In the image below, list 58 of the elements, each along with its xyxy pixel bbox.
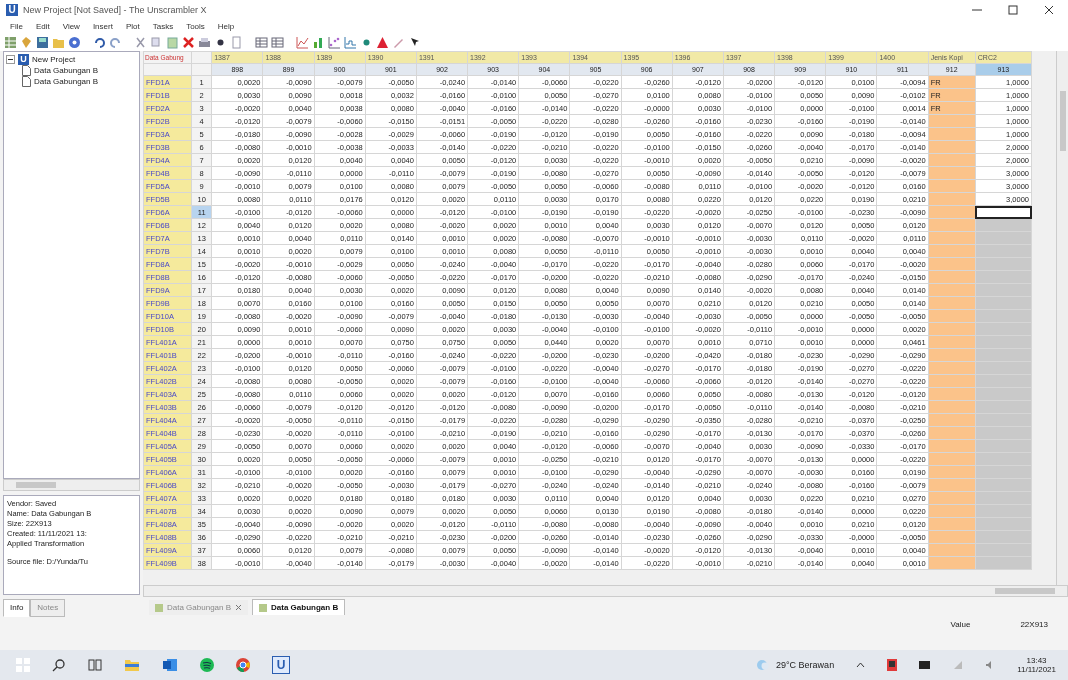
document-icon: [22, 65, 31, 76]
battery-icon[interactable]: [919, 661, 932, 669]
menu-item[interactable]: Help: [217, 22, 235, 31]
help-icon[interactable]: [68, 35, 81, 49]
close-icon[interactable]: [1044, 5, 1054, 15]
caret-icon[interactable]: [856, 662, 866, 668]
weather-text[interactable]: 29°C Berawan: [776, 660, 835, 670]
paste-icon[interactable]: [166, 35, 179, 49]
menu-item[interactable]: View: [62, 22, 80, 31]
scatter-plot-icon[interactable]: [328, 35, 341, 49]
undo-icon[interactable]: [93, 35, 106, 49]
save-icon[interactable]: [36, 35, 49, 49]
sheet-tab[interactable]: Data Gabungan B: [252, 599, 346, 615]
delete-icon[interactable]: [182, 35, 195, 49]
mail-app-icon[interactable]: [162, 658, 178, 672]
app-icon: U: [6, 4, 18, 16]
triangle-icon[interactable]: [376, 35, 389, 49]
cut-icon[interactable]: [134, 35, 147, 49]
panel-tab[interactable]: Info: [3, 599, 31, 617]
tree-item[interactable]: Data Gabungan B: [34, 77, 99, 86]
menu-item[interactable]: Edit: [35, 22, 50, 31]
menu-item[interactable]: Tasks: [152, 22, 174, 31]
browser-icon[interactable]: [236, 658, 250, 672]
sheet-icon: [155, 603, 163, 612]
table-icon[interactable]: [255, 35, 268, 49]
scrollbar[interactable]: [3, 479, 140, 491]
tree-item[interactable]: Data Gabungan B: [34, 66, 99, 75]
app-icon[interactable]: U: [272, 656, 290, 674]
menu-item[interactable]: Plot: [125, 22, 140, 31]
sheet-icon: [259, 603, 268, 612]
table-icon[interactable]: [271, 35, 284, 49]
chart-icon[interactable]: [296, 35, 309, 49]
copy-icon[interactable]: [150, 35, 163, 49]
document-icon: [22, 76, 31, 87]
grid-icon[interactable]: [4, 35, 17, 49]
scrollbar[interactable]: [1056, 51, 1068, 585]
clock-date[interactable]: 11/11/2021: [1017, 665, 1056, 674]
menu-item[interactable]: Tools: [186, 22, 205, 31]
folder-icon[interactable]: [124, 658, 140, 672]
bar-chart-icon[interactable]: [312, 35, 325, 49]
maximize-icon[interactable]: [1008, 5, 1018, 15]
status-value: 22X913: [1020, 619, 1048, 629]
line-chart-icon[interactable]: [344, 35, 357, 49]
status-label: Value: [950, 619, 971, 629]
start-icon[interactable]: [16, 658, 30, 672]
menu-item[interactable]: Insert: [92, 22, 113, 31]
project-icon: U: [18, 54, 29, 65]
task-view-icon[interactable]: [88, 658, 102, 672]
clock-time[interactable]: 13:43: [1026, 656, 1047, 665]
gem-icon[interactable]: [20, 35, 33, 49]
search-icon[interactable]: [52, 658, 66, 672]
scrollbar[interactable]: [143, 585, 1068, 597]
menu-item[interactable]: File: [10, 22, 23, 31]
tree-item[interactable]: New Project: [32, 55, 76, 64]
window-title: New Project [Not Saved] - The Unscrambler X: [23, 5, 207, 15]
collapse-icon[interactable]: [6, 55, 15, 64]
tray-app-icon[interactable]: [887, 659, 898, 671]
music-app-icon[interactable]: [200, 658, 214, 672]
